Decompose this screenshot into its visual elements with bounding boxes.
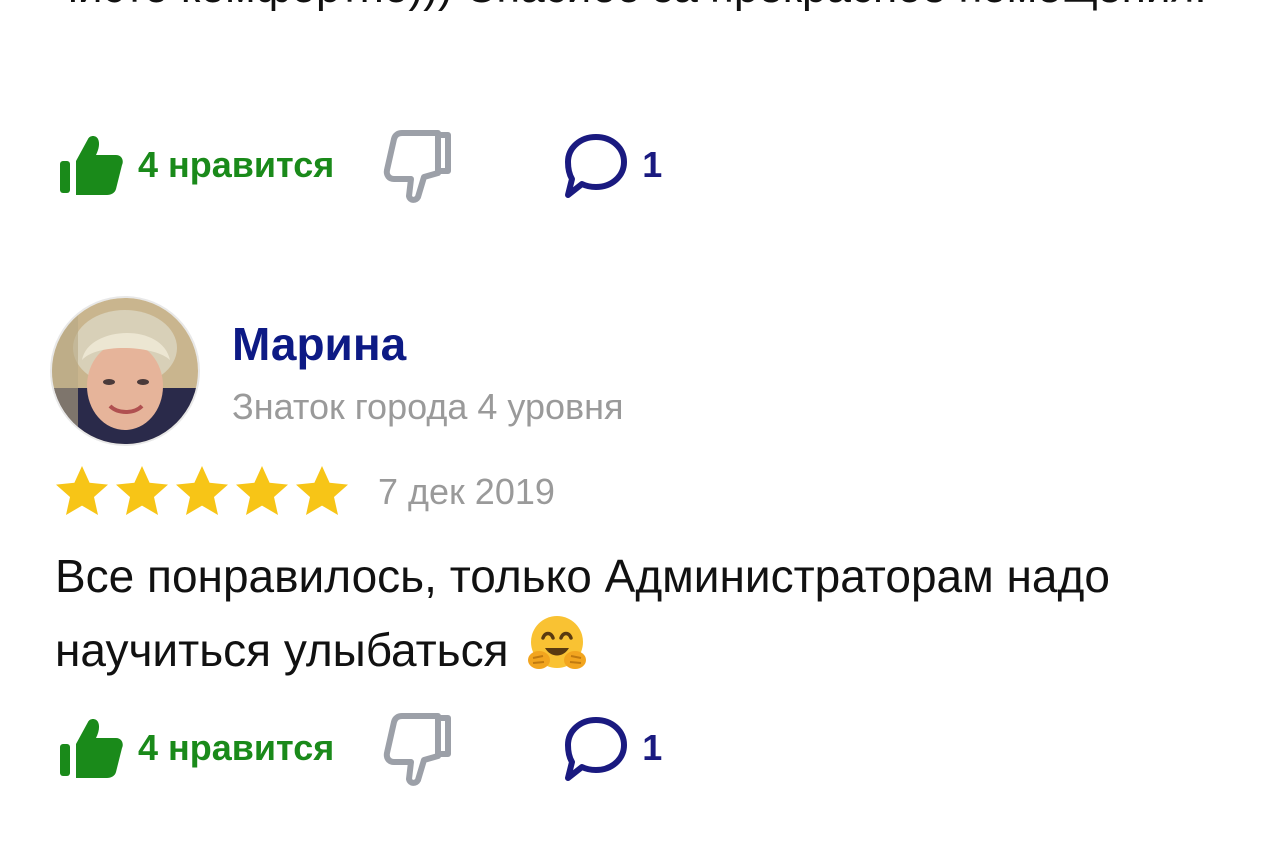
thumbs-up-icon xyxy=(60,136,123,195)
star-icon xyxy=(176,466,228,515)
thumbs-down-icon xyxy=(384,713,452,786)
comment-count: 1 xyxy=(642,144,663,185)
dislike-button[interactable] xyxy=(382,125,454,205)
star-icon xyxy=(116,466,168,515)
star-icon xyxy=(56,466,108,515)
comments-button[interactable]: 1 xyxy=(560,129,662,201)
comment-bubble-icon xyxy=(565,717,628,781)
hugging-face-icon xyxy=(528,616,587,669)
comment-bubble-icon xyxy=(565,134,628,198)
rating-row: 7 дек 2019 xyxy=(52,462,555,522)
star-icon xyxy=(236,466,288,515)
like-button[interactable]: 4 нравится xyxy=(58,131,334,199)
previous-review-actions: 4 нравится 1 xyxy=(58,125,662,205)
author-level: Знаток города 4 уровня xyxy=(232,386,624,427)
like-button[interactable]: 4 нравится xyxy=(58,714,334,782)
author-name[interactable]: Марина xyxy=(232,314,406,374)
comments-button[interactable]: 1 xyxy=(560,712,662,784)
thumbs-down-icon xyxy=(384,130,452,203)
review-text: Все понравилось, только Администраторам … xyxy=(55,540,1245,686)
thumbs-up-icon xyxy=(60,719,123,778)
comment-count: 1 xyxy=(642,727,663,768)
dislike-button[interactable] xyxy=(382,708,454,788)
previous-review-text: чисто комфортно))) Спасибо за прекрасное… xyxy=(55,0,1245,24)
star-icon xyxy=(296,466,348,515)
like-count: 4 нравится xyxy=(138,727,335,768)
author-avatar[interactable] xyxy=(52,298,198,444)
review-actions: 4 нравится 1 xyxy=(58,708,662,788)
like-count: 4 нравится xyxy=(138,144,335,185)
review-date: 7 дек 2019 xyxy=(378,471,555,512)
